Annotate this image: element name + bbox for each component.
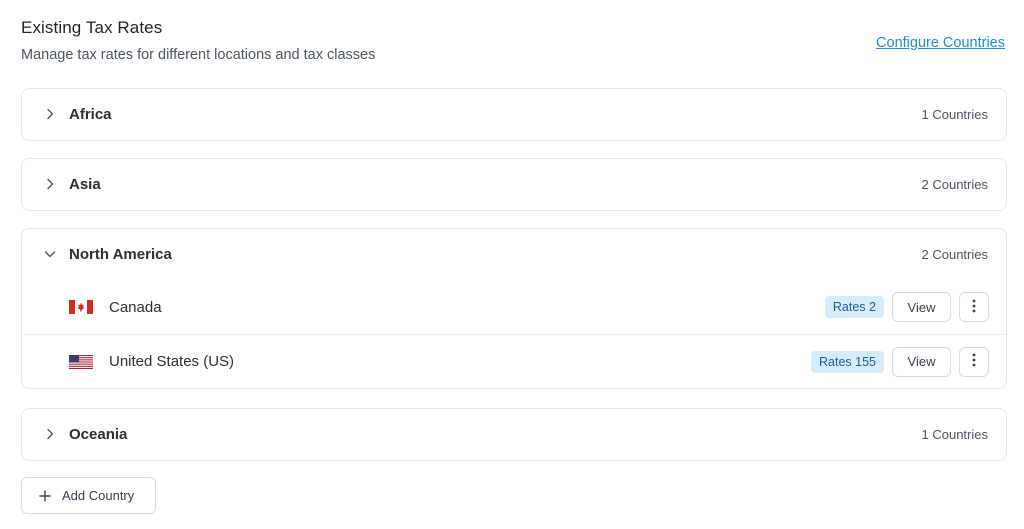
region-header-oceania[interactable]: Oceania 1 Countries xyxy=(22,409,1006,460)
region-country-count: 1 Countries xyxy=(921,427,988,442)
country-name: Canada xyxy=(109,298,162,316)
region-header-north-america[interactable]: North America 2 Countries xyxy=(22,229,1006,280)
region-name: Oceania xyxy=(69,426,128,443)
region-name: Africa xyxy=(69,106,112,123)
rates-badge: Rates 2 xyxy=(824,296,884,318)
chevron-right-icon xyxy=(44,177,56,191)
chevron-right-icon xyxy=(44,107,56,121)
country-row-canada: Canada Rates 2 View xyxy=(22,280,1006,334)
chevron-right-icon xyxy=(44,427,56,441)
chevron-down-icon xyxy=(44,247,56,261)
page-subtitle: Manage tax rates for different locations… xyxy=(21,47,376,63)
us-flag-icon xyxy=(69,354,93,369)
add-country-label: Add Country xyxy=(62,488,135,503)
region-name: Asia xyxy=(69,176,101,193)
region-country-count: 2 Countries xyxy=(921,177,988,192)
country-name: United States (US) xyxy=(109,353,235,370)
configure-countries-link[interactable]: Configure Countries xyxy=(876,35,1005,51)
region-north-america: North America 2 Countries Canada Rates 2… xyxy=(21,228,1007,389)
vertical-dots-icon xyxy=(972,353,976,370)
region-asia: Asia 2 Countries xyxy=(21,158,1007,211)
more-options-button[interactable] xyxy=(959,346,989,377)
region-header-africa[interactable]: Africa 1 Countries xyxy=(22,89,1006,140)
region-country-count: 1 Countries xyxy=(921,107,988,122)
vertical-dots-icon xyxy=(972,299,976,316)
canada-flag-icon xyxy=(69,300,93,314)
region-name: North America xyxy=(69,246,172,263)
rates-badge: Rates 155 xyxy=(811,350,884,373)
page-title: Existing Tax Rates xyxy=(21,18,163,37)
more-options-button[interactable] xyxy=(959,292,989,322)
country-row-united-states: United States (US) Rates 155 View xyxy=(22,334,1006,388)
region-africa: Africa 1 Countries xyxy=(21,88,1007,141)
region-header-asia[interactable]: Asia 2 Countries xyxy=(22,159,1006,210)
add-country-button[interactable]: Add Country xyxy=(21,477,156,514)
section-header: Existing Tax Rates Manage tax rates for … xyxy=(21,18,1007,68)
region-oceania: Oceania 1 Countries xyxy=(21,408,1007,461)
view-button[interactable]: View xyxy=(892,346,951,377)
view-button[interactable]: View xyxy=(892,292,951,322)
plus-icon xyxy=(39,489,51,502)
region-country-count: 2 Countries xyxy=(921,247,988,262)
